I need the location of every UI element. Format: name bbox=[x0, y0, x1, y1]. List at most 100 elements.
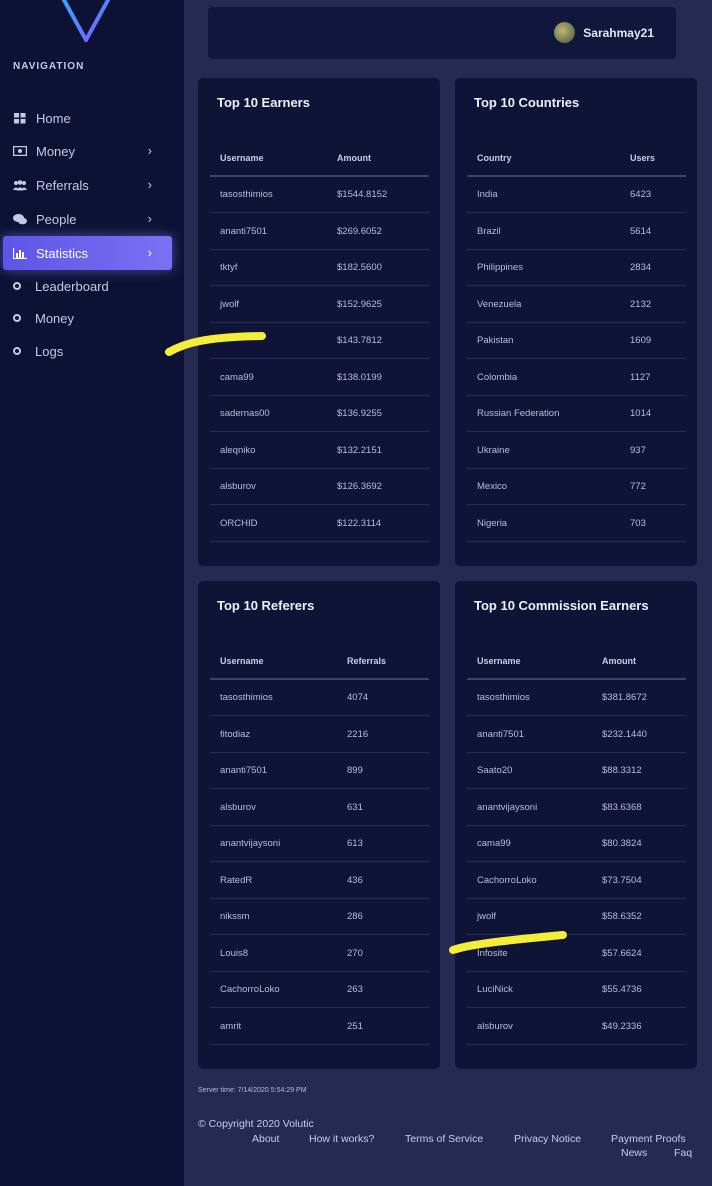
cell-primary: jwolf bbox=[477, 911, 497, 922]
cell-value: $88.3312 bbox=[602, 765, 642, 776]
cell-value: 2216 bbox=[347, 728, 369, 740]
table-row: alsburov $126.3692 bbox=[210, 469, 429, 505]
user-menu[interactable]: Sarahmay21 bbox=[554, 22, 654, 43]
table-row: LuciNick $55.4736 bbox=[467, 972, 686, 1008]
sidebar-item-people[interactable]: People › bbox=[3, 202, 172, 236]
table-row: alsburov $49.2336 bbox=[467, 1009, 686, 1045]
sidebar-subitem-label: Leaderboard bbox=[35, 278, 109, 294]
card-title: Top 10 Countries bbox=[474, 95, 580, 110]
cell-primary: tktyf bbox=[220, 262, 238, 273]
cell-primary: ORCHID bbox=[220, 517, 258, 529]
footer-link-privacy[interactable]: Privacy Notice bbox=[514, 1133, 581, 1145]
cell-value: $1544.8152 bbox=[337, 189, 388, 200]
table-row: jwolf $58.6352 bbox=[467, 899, 686, 935]
cell-value: $232.1440 bbox=[602, 728, 647, 740]
table-row: nikssm 286 bbox=[210, 899, 429, 935]
sidebar-item-label: People bbox=[36, 211, 77, 227]
cell-value: 937 bbox=[630, 444, 646, 456]
cell-value: $182.5600 bbox=[337, 262, 382, 273]
cell-primary: Louis8 bbox=[220, 947, 248, 959]
cell-primary: tasosthimios bbox=[477, 692, 530, 703]
cell-primary: Nigeria bbox=[477, 517, 508, 529]
table-row: Venezuela 2132 bbox=[467, 287, 686, 323]
footer-link-payment-proofs[interactable]: Payment Proofs bbox=[611, 1133, 686, 1145]
cell-value: 631 bbox=[347, 801, 363, 813]
cell-value: $58.6352 bbox=[602, 911, 642, 922]
cell-value: 6423 bbox=[630, 189, 652, 200]
cell-primary: Ukraine bbox=[477, 444, 510, 456]
chevron-right-icon: › bbox=[147, 143, 152, 158]
server-time: Server time: 7/14/2020 5:54:29 PM bbox=[198, 1087, 307, 1094]
volutic-logo[interactable] bbox=[58, 0, 114, 42]
table-row: CachorroLoko $73.7504 bbox=[467, 863, 686, 899]
card-top-countries: Top 10 Countries Country Users India 6423… bbox=[455, 78, 697, 566]
cell-primary: alsburov bbox=[477, 1020, 513, 1032]
sidebar: NAVIGATION Home Money › Referrals › Peop… bbox=[0, 0, 184, 1186]
cell-primary: amrit bbox=[220, 1020, 242, 1032]
cell-value: 251 bbox=[347, 1020, 363, 1032]
table-row: ORCHID $122.3114 bbox=[210, 506, 429, 542]
cell-value: $73.7504 bbox=[602, 874, 642, 886]
cell-primary: CachorroLoko bbox=[477, 874, 537, 886]
table-row: aleqniko $132.2151 bbox=[210, 433, 429, 469]
bar-chart-icon bbox=[13, 247, 27, 259]
table-row: Infosite $57.6624 bbox=[467, 936, 686, 972]
cell-value: 436 bbox=[347, 874, 363, 886]
copyright: © Copyright 2020 Volutic bbox=[198, 1118, 314, 1130]
card-title: Top 10 Earners bbox=[217, 95, 310, 110]
table-row: CachorroLoko 263 bbox=[210, 972, 429, 1008]
footer-link-how-it-works[interactable]: How it works? bbox=[309, 1133, 374, 1145]
footer-link-terms[interactable]: Terms of Service bbox=[405, 1133, 483, 1145]
footer-link-faq[interactable]: Faq bbox=[674, 1147, 692, 1159]
column-header: Referrals bbox=[347, 656, 387, 666]
cell-primary: nikssm bbox=[220, 911, 250, 922]
cell-value: $152.9625 bbox=[337, 298, 382, 310]
cell-primary: anantvijaysoni bbox=[477, 801, 538, 813]
sidebar-subitem-logs[interactable]: Logs bbox=[13, 341, 63, 361]
sidebar-subitem-leaderboard[interactable]: Leaderboard bbox=[13, 276, 109, 296]
cell-primary: Philippines bbox=[477, 262, 523, 273]
cell-value: 772 bbox=[630, 481, 646, 492]
sidebar-item-label: Statistics bbox=[36, 245, 89, 261]
username: Sarahmay21 bbox=[583, 25, 654, 40]
table-row: cama99 $80.3824 bbox=[467, 826, 686, 862]
sidebar-item-statistics[interactable]: Statistics › bbox=[3, 236, 172, 270]
cell-primary: Brazil bbox=[477, 225, 501, 237]
sidebar-item-money[interactable]: Money › bbox=[3, 134, 172, 168]
cell-primary: Russian Federation bbox=[477, 408, 560, 419]
sidebar-subitem-money[interactable]: Money bbox=[13, 308, 74, 328]
cell-primary: fitodiaz bbox=[220, 728, 251, 740]
cell-primary: LuciNick bbox=[477, 984, 513, 995]
card-title: Top 10 Commission Earners bbox=[474, 598, 649, 613]
cell-value: $138.0199 bbox=[337, 371, 382, 383]
cell-primary: ananti7501 bbox=[477, 728, 525, 740]
cell-value: $269.6052 bbox=[337, 225, 382, 237]
cell-primary: alsburov bbox=[220, 801, 256, 813]
cell-value: $55.4736 bbox=[602, 984, 642, 995]
circle-icon bbox=[13, 347, 21, 355]
cell-value: 899 bbox=[347, 765, 363, 776]
chat-icon bbox=[13, 213, 27, 225]
circle-icon bbox=[13, 314, 21, 322]
cell-value: 1014 bbox=[630, 408, 652, 419]
sidebar-item-home[interactable]: Home bbox=[3, 101, 172, 135]
footer-link-news[interactable]: News bbox=[621, 1147, 647, 1159]
sidebar-item-label: Home bbox=[36, 110, 71, 126]
table-row: alsburov 631 bbox=[210, 790, 429, 826]
cell-primary: India bbox=[477, 189, 498, 200]
cell-primary: sadernas00 bbox=[220, 408, 270, 419]
cell-primary: alsburov bbox=[220, 481, 256, 492]
cell-primary: Infosite bbox=[477, 947, 508, 959]
cell-primary: Colombia bbox=[477, 371, 518, 383]
cell-primary: tasosthimios bbox=[220, 692, 273, 703]
card-title: Top 10 Referers bbox=[217, 598, 315, 613]
sidebar-subitem-label: Logs bbox=[35, 343, 64, 359]
footer-link-about[interactable]: About bbox=[252, 1133, 279, 1145]
sidebar-item-referrals[interactable]: Referrals › bbox=[3, 168, 172, 202]
cell-primary: anantvijaysoni bbox=[220, 838, 281, 849]
cell-value: $49.2336 bbox=[602, 1020, 642, 1032]
cell-value: 2834 bbox=[630, 262, 652, 273]
cell-value: $136.9255 bbox=[337, 408, 382, 419]
column-header: Country bbox=[477, 153, 512, 163]
table-row: tktyf $182.5600 bbox=[210, 250, 429, 286]
